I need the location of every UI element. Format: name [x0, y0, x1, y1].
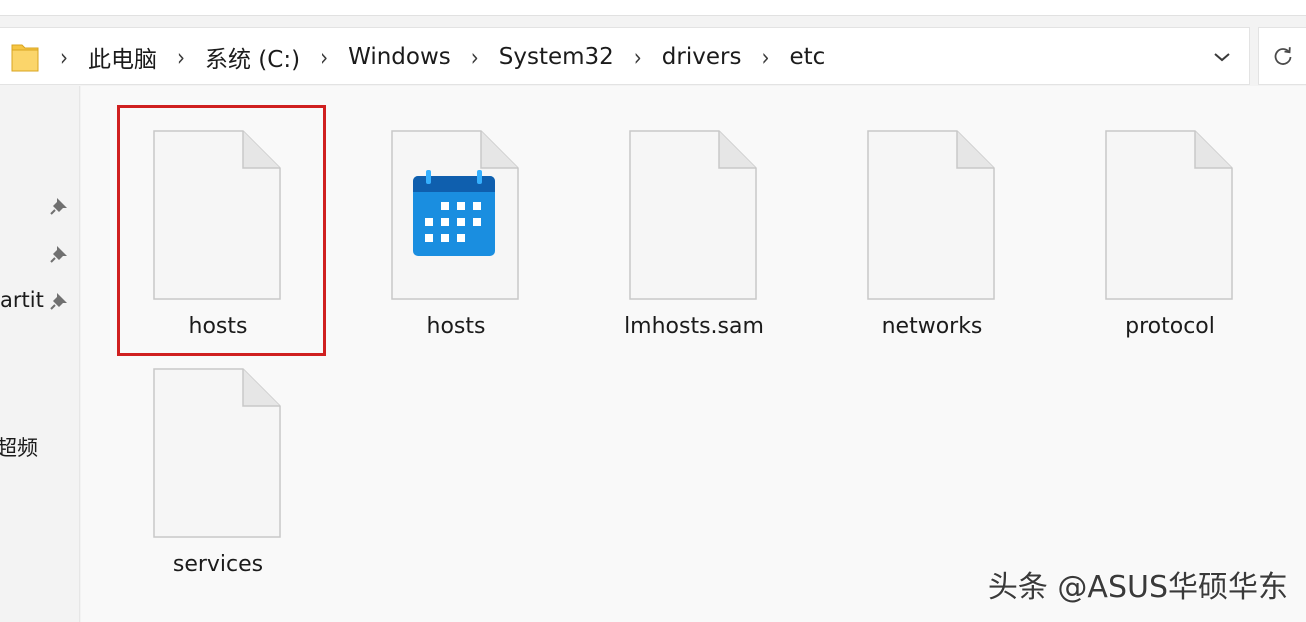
watermark: 头条 @ASUS华硕华东: [987, 570, 1288, 605]
file-item-networks[interactable]: networks: [829, 130, 1029, 350]
file-name: networks: [881, 314, 983, 339]
pin-icon[interactable]: [48, 195, 70, 217]
address-bar[interactable]: › 此电脑 › 系统 (C:) › Windows › System32 › d…: [0, 27, 1250, 85]
breadcrumb-windows[interactable]: Windows: [336, 44, 463, 70]
file-item-protocol[interactable]: protocol: [1067, 130, 1267, 350]
folder-icon: [11, 44, 39, 72]
breadcrumb-system-c[interactable]: 系统 (C:): [193, 40, 312, 74]
breadcrumb-system32[interactable]: System32: [487, 44, 626, 70]
blank-file-icon: [153, 130, 281, 300]
chevron-right-icon[interactable]: ›: [753, 43, 777, 72]
file-item-lmhosts-sam[interactable]: lmhosts.sam: [591, 130, 791, 350]
file-list-pane[interactable]: hosts hosts lmhosts.sam networks protoco…: [81, 86, 1306, 622]
nav-item-partial-label[interactable]: 超频: [0, 432, 38, 462]
nav-item-partial-label[interactable]: artit: [0, 288, 44, 312]
refresh-icon: [1274, 47, 1291, 65]
file-item-hosts[interactable]: hosts: [115, 130, 315, 350]
address-history-dropdown[interactable]: [1198, 28, 1246, 86]
breadcrumb-drivers[interactable]: drivers: [650, 44, 754, 70]
file-name: services: [172, 552, 264, 577]
chevron-right-icon[interactable]: ›: [312, 43, 336, 72]
blank-file-icon: [867, 130, 995, 300]
navigation-pane[interactable]: artit 超频: [0, 86, 80, 622]
blank-file-icon: [1105, 130, 1233, 300]
file-item-hosts-calendar[interactable]: hosts: [353, 130, 553, 350]
chevron-down-icon: [1214, 53, 1230, 62]
breadcrumb-this-pc[interactable]: 此电脑: [76, 40, 169, 74]
chevron-right-icon[interactable]: ›: [52, 43, 76, 72]
breadcrumb-etc[interactable]: etc: [777, 44, 837, 70]
file-name: protocol: [1125, 314, 1215, 339]
file-name: hosts: [426, 314, 486, 339]
breadcrumb: › 此电脑 › 系统 (C:) › Windows › System32 › d…: [52, 28, 837, 86]
refresh-button[interactable]: [1258, 27, 1306, 85]
chevron-right-icon[interactable]: ›: [463, 43, 487, 72]
file-name: hosts: [188, 314, 248, 339]
chevron-right-icon[interactable]: ›: [626, 43, 650, 72]
file-item-services[interactable]: services: [115, 368, 315, 588]
blank-file-icon: [153, 368, 281, 538]
file-name: lmhosts.sam: [624, 314, 764, 339]
pin-icon[interactable]: [48, 243, 70, 265]
title-strip: [0, 0, 1306, 16]
chevron-right-icon[interactable]: ›: [169, 43, 193, 72]
calendar-file-icon: [391, 130, 519, 300]
blank-file-icon: [629, 130, 757, 300]
pin-icon[interactable]: [48, 290, 70, 312]
